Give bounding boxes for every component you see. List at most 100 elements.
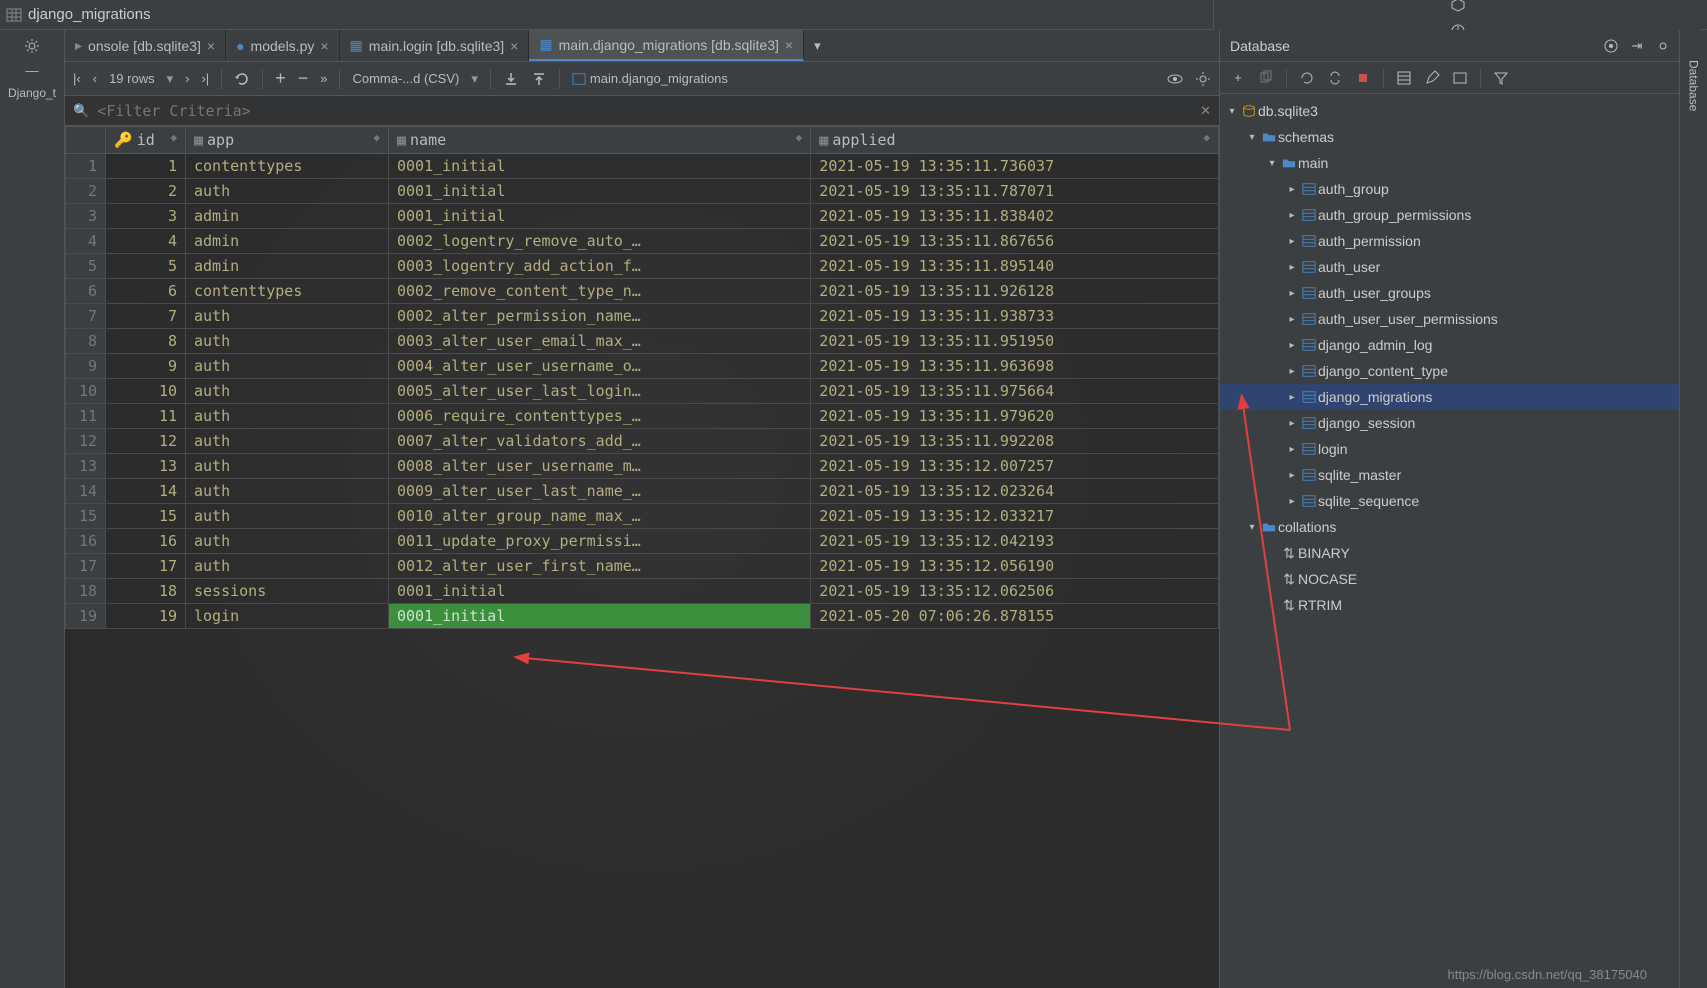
data-grid[interactable]: 🔑id◆▦app◆▦name◆▦applied◆ 11contenttypes0… — [65, 126, 1219, 988]
tree-arrow-icon[interactable]: ▾ — [1244, 522, 1260, 533]
remove-row-icon[interactable]: − — [298, 68, 309, 89]
tree-table-auth_group_permissions[interactable]: ▸auth_group_permissions — [1220, 202, 1707, 228]
sidebar-item-django[interactable]: Django_t — [8, 86, 56, 100]
cell-id[interactable]: 12 — [106, 429, 186, 454]
cell-app[interactable]: contenttypes — [186, 154, 389, 179]
cell-app[interactable]: auth — [186, 554, 389, 579]
first-page-icon[interactable]: |‹ — [73, 71, 81, 86]
cell-id[interactable]: 2 — [106, 179, 186, 204]
close-icon[interactable]: × — [207, 38, 215, 54]
tree-collations[interactable]: ▾collations3 — [1220, 514, 1707, 540]
panel-gear-icon[interactable] — [1655, 38, 1671, 54]
tree-arrow-icon[interactable]: ▸ — [1284, 444, 1300, 455]
cell-applied[interactable]: 2021-05-19 13:35:11.787071 — [811, 179, 1219, 204]
cell-name[interactable]: 0010_alter_group_name_max_… — [388, 504, 810, 529]
cell-app[interactable]: auth — [186, 529, 389, 554]
cell-name[interactable]: 0009_alter_user_last_name_… — [388, 479, 810, 504]
next-page-icon[interactable]: › — [185, 71, 189, 86]
cell-app[interactable]: auth — [186, 454, 389, 479]
cell-app[interactable]: sessions — [186, 579, 389, 604]
table-row[interactable]: 1515auth0010_alter_group_name_max_…2021-… — [66, 504, 1219, 529]
table-row[interactable]: 33admin0001_initial2021-05-19 13:35:11.8… — [66, 204, 1219, 229]
cell-applied[interactable]: 2021-05-19 13:35:12.056190 — [811, 554, 1219, 579]
cell-id[interactable]: 18 — [106, 579, 186, 604]
database-tree[interactable]: ▾db.sqlite31▾schemas1▾main▸auth_group▸au… — [1220, 94, 1707, 988]
refresh-icon[interactable] — [1299, 70, 1315, 86]
cell-app[interactable]: auth — [186, 329, 389, 354]
cell-applied[interactable]: 2021-05-19 13:35:11.951950 — [811, 329, 1219, 354]
cell-app[interactable]: admin — [186, 254, 389, 279]
settings-icon[interactable] — [1195, 71, 1211, 87]
cell-app[interactable]: auth — [186, 429, 389, 454]
editor-tab[interactable]: ▸onsole [db.sqlite3]× — [65, 30, 226, 61]
table-row[interactable]: 1717auth0012_alter_user_first_name…2021-… — [66, 554, 1219, 579]
column-header[interactable]: ▦name◆ — [388, 127, 810, 154]
cell-applied[interactable]: 2021-05-19 13:35:11.895140 — [811, 254, 1219, 279]
cell-id[interactable]: 5 — [106, 254, 186, 279]
tree-table-auth_permission[interactable]: ▸auth_permission — [1220, 228, 1707, 254]
cell-name[interactable]: 0012_alter_user_first_name… — [388, 554, 810, 579]
tabs-overflow-icon[interactable]: ▾ — [804, 30, 831, 61]
tree-table-django_migrations[interactable]: ▸django_migrations — [1220, 384, 1707, 410]
cell-app[interactable]: auth — [186, 354, 389, 379]
cell-applied[interactable]: 2021-05-19 13:35:11.736037 — [811, 154, 1219, 179]
import-icon[interactable] — [531, 71, 547, 87]
cell-name[interactable]: 0002_logentry_remove_auto_… — [388, 229, 810, 254]
cell-name[interactable]: 0002_alter_permission_name… — [388, 304, 810, 329]
tree-table-sqlite_master[interactable]: ▸sqlite_master — [1220, 462, 1707, 488]
column-header[interactable]: ▦applied◆ — [811, 127, 1219, 154]
cell-id[interactable]: 19 — [106, 604, 186, 629]
tree-collation-NOCASE[interactable]: ⇅NOCASE — [1220, 566, 1707, 592]
table-row[interactable]: 1818sessions0001_initial2021-05-19 13:35… — [66, 579, 1219, 604]
tree-table-django_admin_log[interactable]: ▸django_admin_log — [1220, 332, 1707, 358]
cell-app[interactable]: auth — [186, 504, 389, 529]
cell-applied[interactable]: 2021-05-19 13:35:12.023264 — [811, 479, 1219, 504]
tree-arrow-icon[interactable]: ▾ — [1244, 132, 1260, 143]
cell-app[interactable]: auth — [186, 179, 389, 204]
filter-input[interactable] — [97, 102, 1192, 120]
cell-applied[interactable]: 2021-05-19 13:35:11.975664 — [811, 379, 1219, 404]
tree-arrow-icon[interactable]: ▾ — [1264, 158, 1280, 169]
prev-page-icon[interactable]: ‹ — [93, 71, 97, 86]
cell-applied[interactable]: 2021-05-19 13:35:12.033217 — [811, 504, 1219, 529]
cell-id[interactable]: 11 — [106, 404, 186, 429]
sort-icon[interactable]: ◆ — [796, 131, 803, 144]
cell-app[interactable]: auth — [186, 479, 389, 504]
table-row[interactable]: 1212auth0007_alter_validators_add_…2021-… — [66, 429, 1219, 454]
database-tab-label[interactable]: Database — [1687, 60, 1701, 111]
column-header[interactable]: ▦app◆ — [186, 127, 389, 154]
cell-id[interactable]: 16 — [106, 529, 186, 554]
add-datasource-icon[interactable]: + — [1230, 70, 1246, 86]
table-row[interactable]: 55admin0003_logentry_add_action_f…2021-0… — [66, 254, 1219, 279]
table-row[interactable]: 66contenttypes0002_remove_content_type_n… — [66, 279, 1219, 304]
tree-arrow-icon[interactable]: ▸ — [1284, 366, 1300, 377]
tree-collation-BINARY[interactable]: ⇅BINARY — [1220, 540, 1707, 566]
table-row[interactable]: 22auth0001_initial2021-05-19 13:35:11.78… — [66, 179, 1219, 204]
table-row[interactable]: 1313auth0008_alter_user_username_m…2021-… — [66, 454, 1219, 479]
minimize-icon[interactable]: — — [24, 62, 40, 78]
cell-name[interactable]: 0001_initial — [388, 154, 810, 179]
last-page-icon[interactable]: ›| — [201, 71, 209, 86]
tree-table-django_content_type[interactable]: ▸django_content_type — [1220, 358, 1707, 384]
sort-icon[interactable]: ◆ — [1203, 131, 1210, 144]
cell-id[interactable]: 13 — [106, 454, 186, 479]
reload-icon[interactable] — [234, 71, 250, 87]
cell-id[interactable]: 9 — [106, 354, 186, 379]
cell-name[interactable]: 0011_update_proxy_permissi… — [388, 529, 810, 554]
cell-applied[interactable]: 2021-05-19 13:35:11.979620 — [811, 404, 1219, 429]
tree-table-auth_user[interactable]: ▸auth_user — [1220, 254, 1707, 280]
tree-arrow-icon[interactable]: ▸ — [1284, 340, 1300, 351]
cell-name[interactable]: 0001_initial — [388, 604, 810, 629]
cell-app[interactable]: contenttypes — [186, 279, 389, 304]
sync-icon[interactable] — [1327, 70, 1343, 86]
tree-arrow-icon[interactable]: ▸ — [1284, 418, 1300, 429]
tree-arrow-icon[interactable]: ▸ — [1284, 262, 1300, 273]
tree-schema-main[interactable]: ▾main — [1220, 150, 1707, 176]
table-row[interactable]: 1010auth0005_alter_user_last_login…2021-… — [66, 379, 1219, 404]
table-row[interactable]: 1111auth0006_require_contenttypes_…2021-… — [66, 404, 1219, 429]
tree-table-login[interactable]: ▸login — [1220, 436, 1707, 462]
cell-applied[interactable]: 2021-05-19 13:35:11.992208 — [811, 429, 1219, 454]
clear-filter-icon[interactable]: ✕ — [1200, 103, 1211, 119]
table-row[interactable]: 1919login0001_initial2021-05-20 07:06:26… — [66, 604, 1219, 629]
table-row[interactable]: 11contenttypes0001_initial2021-05-19 13:… — [66, 154, 1219, 179]
